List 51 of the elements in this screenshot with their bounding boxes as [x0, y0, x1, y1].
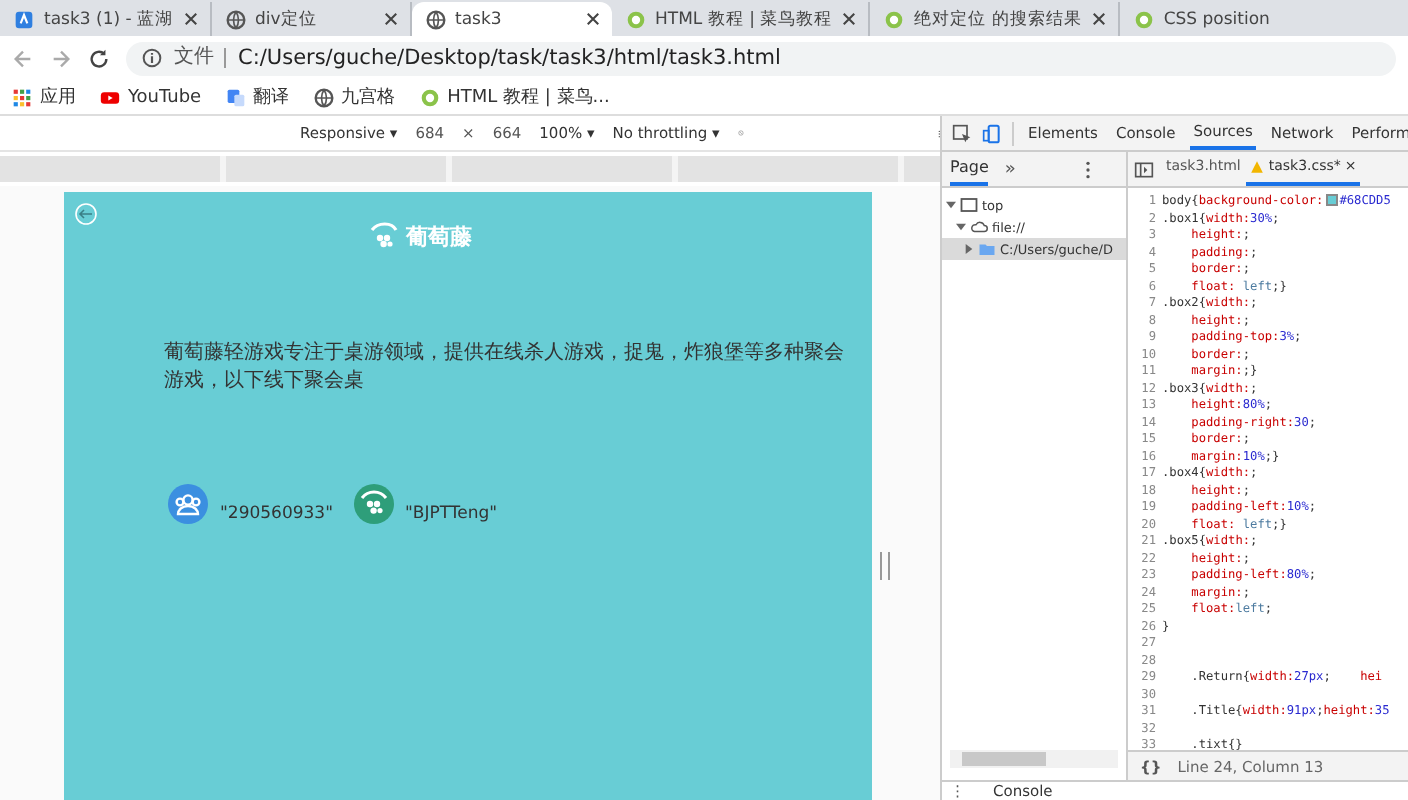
grape-logo-icon [368, 220, 400, 252]
close-icon[interactable] [183, 12, 198, 26]
frame-icon [960, 196, 978, 214]
group-icon [168, 484, 208, 524]
contact-text: "BJPTTeng" [405, 504, 498, 524]
contact-text: "290560933" [220, 504, 333, 524]
inspect-icon[interactable] [952, 123, 972, 143]
logo-text: 葡萄藤 [406, 221, 472, 251]
reload-icon[interactable] [88, 47, 110, 69]
page-tab[interactable]: Page [950, 152, 989, 186]
bookmark[interactable]: 翻译 [225, 84, 290, 110]
description-text: 葡萄藤轻游戏专注于桌游领域，提供在线杀人游戏，捉鬼，炸狼堡等多种聚会游戏，以下线下聚会桌 [164, 340, 846, 396]
ring-logo-icon [884, 9, 905, 29]
url-text: C:/Users/guche/Desktop/task/task3/html/task3.html [238, 46, 781, 70]
close-icon[interactable] [383, 12, 398, 26]
browser-tab[interactable]: HTML 教程 | 菜鸟教程 [611, 2, 871, 36]
bookmark[interactable]: 九宫格 [313, 84, 396, 110]
device-toggle-icon[interactable] [982, 123, 1002, 143]
ring-logo-icon [1133, 9, 1154, 29]
cloud-icon [970, 218, 988, 236]
bookmark[interactable]: YouTube [100, 87, 202, 107]
globe-icon [425, 9, 446, 29]
more-options-icon[interactable] [1083, 159, 1092, 179]
browser-tab[interactable]: task3 [411, 2, 612, 36]
browser-tab[interactable]: task3 (1) - 蓝湖 [0, 2, 212, 36]
bookmark[interactable]: 应用 [12, 84, 76, 110]
ring-logo-icon [419, 87, 440, 107]
sidebar-toggle-icon[interactable] [1134, 159, 1154, 179]
browser-tab[interactable]: CSS position [1119, 2, 1408, 36]
grape-logo-icon [353, 484, 393, 524]
apps-grid-icon [12, 87, 32, 107]
browser-tab[interactable]: 绝对定位 的搜索结果 [870, 2, 1120, 36]
close-icon[interactable] [842, 12, 857, 26]
globe-icon [313, 87, 334, 107]
info-icon [142, 48, 162, 68]
translate-icon [225, 87, 246, 107]
warning-icon [1250, 160, 1265, 174]
browser-tab[interactable]: div定位 [211, 2, 412, 36]
bookmark[interactable]: HTML 教程 | 菜鸟... [419, 84, 610, 110]
more-tabs-button[interactable]: » [1004, 159, 1016, 179]
close-icon[interactable] [585, 12, 600, 26]
address-bar[interactable]: 文件 C:/Users/guche/Desktop/task/task3/html/task3.html [126, 41, 1396, 75]
close-icon[interactable] [1091, 12, 1106, 26]
globe-icon [225, 9, 246, 29]
folder-icon [978, 240, 996, 258]
play-icon [100, 87, 120, 107]
ring-logo-icon [625, 9, 646, 29]
resize-handle[interactable] [880, 552, 890, 580]
scheme-label: 文件 [174, 48, 226, 68]
horizontal-scrollbar[interactable] [950, 750, 1118, 768]
site-logo-icon [14, 9, 34, 29]
